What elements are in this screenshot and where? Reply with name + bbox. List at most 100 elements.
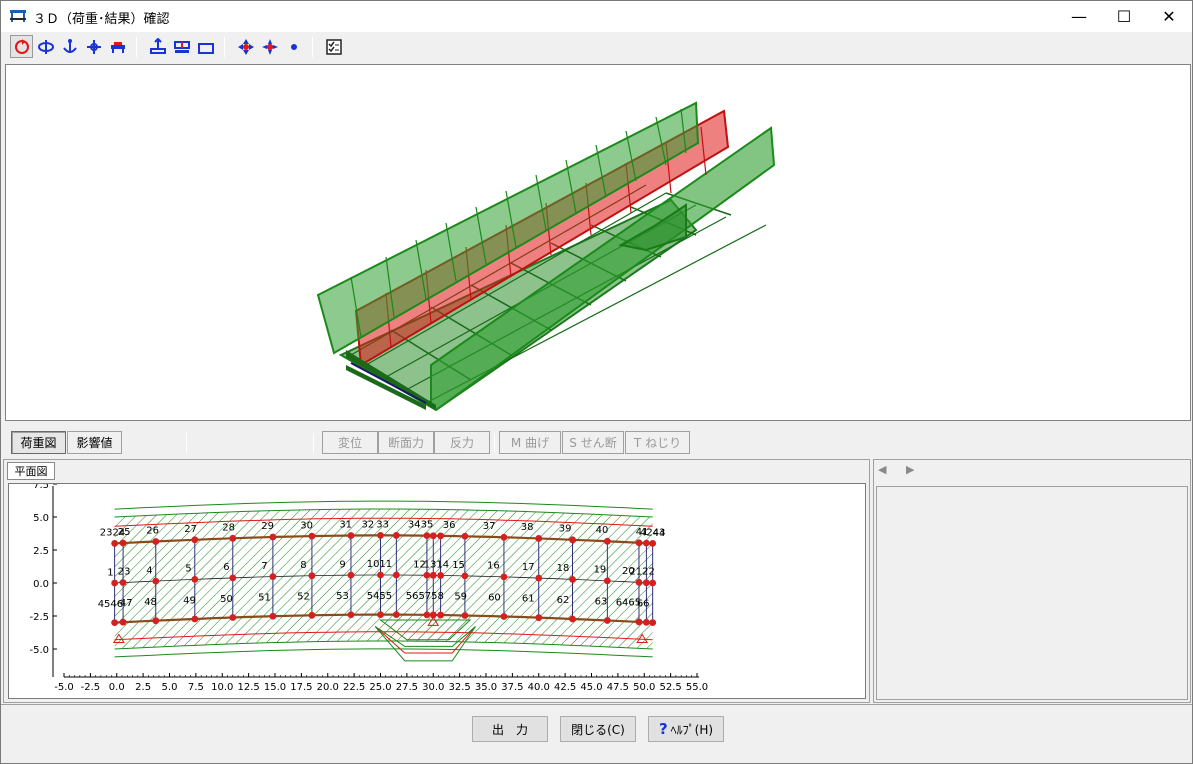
torsion-button[interactable]: T ねじり xyxy=(625,431,690,454)
node-point[interactable] xyxy=(535,614,543,622)
node-point[interactable] xyxy=(229,534,237,542)
x-tick-label: 10.0 xyxy=(211,682,233,693)
node-point[interactable] xyxy=(392,571,400,579)
node-point[interactable] xyxy=(119,539,127,547)
node-point[interactable] xyxy=(347,532,355,539)
node-point[interactable] xyxy=(535,535,543,542)
node-point[interactable] xyxy=(429,571,437,579)
prev-arrow-icon[interactable]: ◀ xyxy=(878,463,894,476)
node-point[interactable] xyxy=(191,536,199,544)
node-point[interactable] xyxy=(437,572,445,579)
node-point[interactable] xyxy=(377,532,384,539)
help-button[interactable]: ? ﾍﾙﾌﾟ(H) xyxy=(648,716,724,742)
close-button[interactable]: 閉じる(C) xyxy=(560,716,636,742)
rotate-button[interactable] xyxy=(10,35,33,58)
moment-button[interactable]: M 曲げ xyxy=(499,431,561,454)
shear-button[interactable]: S せん断 xyxy=(562,431,624,454)
node-point[interactable] xyxy=(152,538,160,545)
node-point[interactable] xyxy=(269,612,277,620)
rotate-axis-button[interactable] xyxy=(34,35,57,58)
maximize-button[interactable]: ☐ xyxy=(1101,1,1147,32)
node-point[interactable] xyxy=(347,611,355,619)
node-point[interactable] xyxy=(429,532,437,540)
node-point[interactable] xyxy=(308,611,316,619)
load-distributed-button[interactable] xyxy=(170,35,193,58)
load-view-button[interactable] xyxy=(146,35,169,58)
section-force-button[interactable]: 断面力 xyxy=(378,431,434,454)
node-point[interactable] xyxy=(649,540,657,547)
checklist-button[interactable] xyxy=(322,35,345,58)
node-point[interactable] xyxy=(423,611,431,619)
node-point[interactable] xyxy=(461,532,469,540)
node-point[interactable] xyxy=(649,579,657,587)
move-button[interactable] xyxy=(82,35,105,58)
output-button[interactable]: 出 力 xyxy=(472,716,548,742)
node-point[interactable] xyxy=(437,532,445,540)
node-point[interactable] xyxy=(111,540,119,547)
node-point[interactable] xyxy=(437,611,445,619)
view-front-button[interactable] xyxy=(106,35,129,58)
section-button[interactable] xyxy=(194,35,217,58)
anchor-button[interactable] xyxy=(58,35,81,58)
node-point[interactable] xyxy=(423,532,431,540)
load-view-icon xyxy=(149,37,166,54)
node-point[interactable] xyxy=(111,619,119,626)
tab-plan-view[interactable]: 平面図 xyxy=(7,462,55,480)
node-point[interactable] xyxy=(229,574,237,582)
node-point[interactable] xyxy=(119,618,127,626)
node-point[interactable] xyxy=(377,611,384,619)
node-point[interactable] xyxy=(347,571,355,579)
node-point[interactable] xyxy=(392,611,400,619)
node-point[interactable] xyxy=(152,617,160,625)
node-point[interactable] xyxy=(500,613,508,620)
node-point[interactable] xyxy=(569,575,576,583)
node-point[interactable] xyxy=(377,571,384,579)
node-point[interactable] xyxy=(635,578,643,586)
node-point[interactable] xyxy=(569,536,576,544)
x-tick-label: 32.5 xyxy=(448,682,470,693)
node-point[interactable] xyxy=(269,533,277,541)
node-point[interactable] xyxy=(152,577,160,585)
member-label: 5657 xyxy=(406,591,431,602)
reaction-button[interactable]: 反力 xyxy=(434,431,490,454)
close-window-button[interactable]: ✕ xyxy=(1146,1,1192,32)
node-point[interactable] xyxy=(269,573,277,581)
plan-view-canvas[interactable]: -5.0 -2.5 0.0 2.5 5.0 7.5 10.0 12.5 15.0 17.5 20.0… xyxy=(8,480,866,699)
y-tick-label: 2.5 xyxy=(33,546,49,557)
tab-load-diagram[interactable]: 荷重図 xyxy=(11,431,66,454)
tab-influence-value[interactable]: 影響値 xyxy=(67,431,122,454)
displacement-button[interactable]: 変位 xyxy=(322,431,378,454)
node-point[interactable] xyxy=(500,573,508,581)
node-point[interactable] xyxy=(229,614,237,621)
node-point[interactable] xyxy=(635,539,643,547)
next-arrow-icon[interactable]: ▶ xyxy=(906,463,922,476)
node-point[interactable] xyxy=(500,533,508,541)
node-point[interactable] xyxy=(423,571,431,579)
node-point[interactable] xyxy=(642,539,650,547)
node-point[interactable] xyxy=(569,615,576,623)
node-point[interactable] xyxy=(642,618,650,626)
node-star-button[interactable] xyxy=(258,35,281,58)
node-point[interactable] xyxy=(461,612,469,619)
node-point[interactable] xyxy=(111,579,119,587)
node-point[interactable] xyxy=(308,532,316,540)
node-point[interactable] xyxy=(191,575,199,583)
node-point[interactable] xyxy=(392,532,400,539)
node-point[interactable] xyxy=(461,572,469,580)
member-label: 52 xyxy=(297,592,310,603)
3d-view[interactable] xyxy=(5,64,1191,421)
dot-button[interactable] xyxy=(282,35,305,58)
node-point[interactable] xyxy=(642,579,650,587)
minimize-button[interactable]: — xyxy=(1056,1,1102,32)
node-point[interactable] xyxy=(308,572,316,580)
node-point[interactable] xyxy=(635,618,643,626)
node-point[interactable] xyxy=(603,577,611,585)
node-point[interactable] xyxy=(603,537,611,545)
node-point[interactable] xyxy=(119,579,127,587)
node-point[interactable] xyxy=(603,617,611,624)
node-point[interactable] xyxy=(535,574,543,582)
node-point[interactable] xyxy=(191,615,199,623)
node-cross-button[interactable] xyxy=(234,35,257,58)
member-label: 33 xyxy=(376,519,389,530)
node-point[interactable] xyxy=(649,619,657,626)
